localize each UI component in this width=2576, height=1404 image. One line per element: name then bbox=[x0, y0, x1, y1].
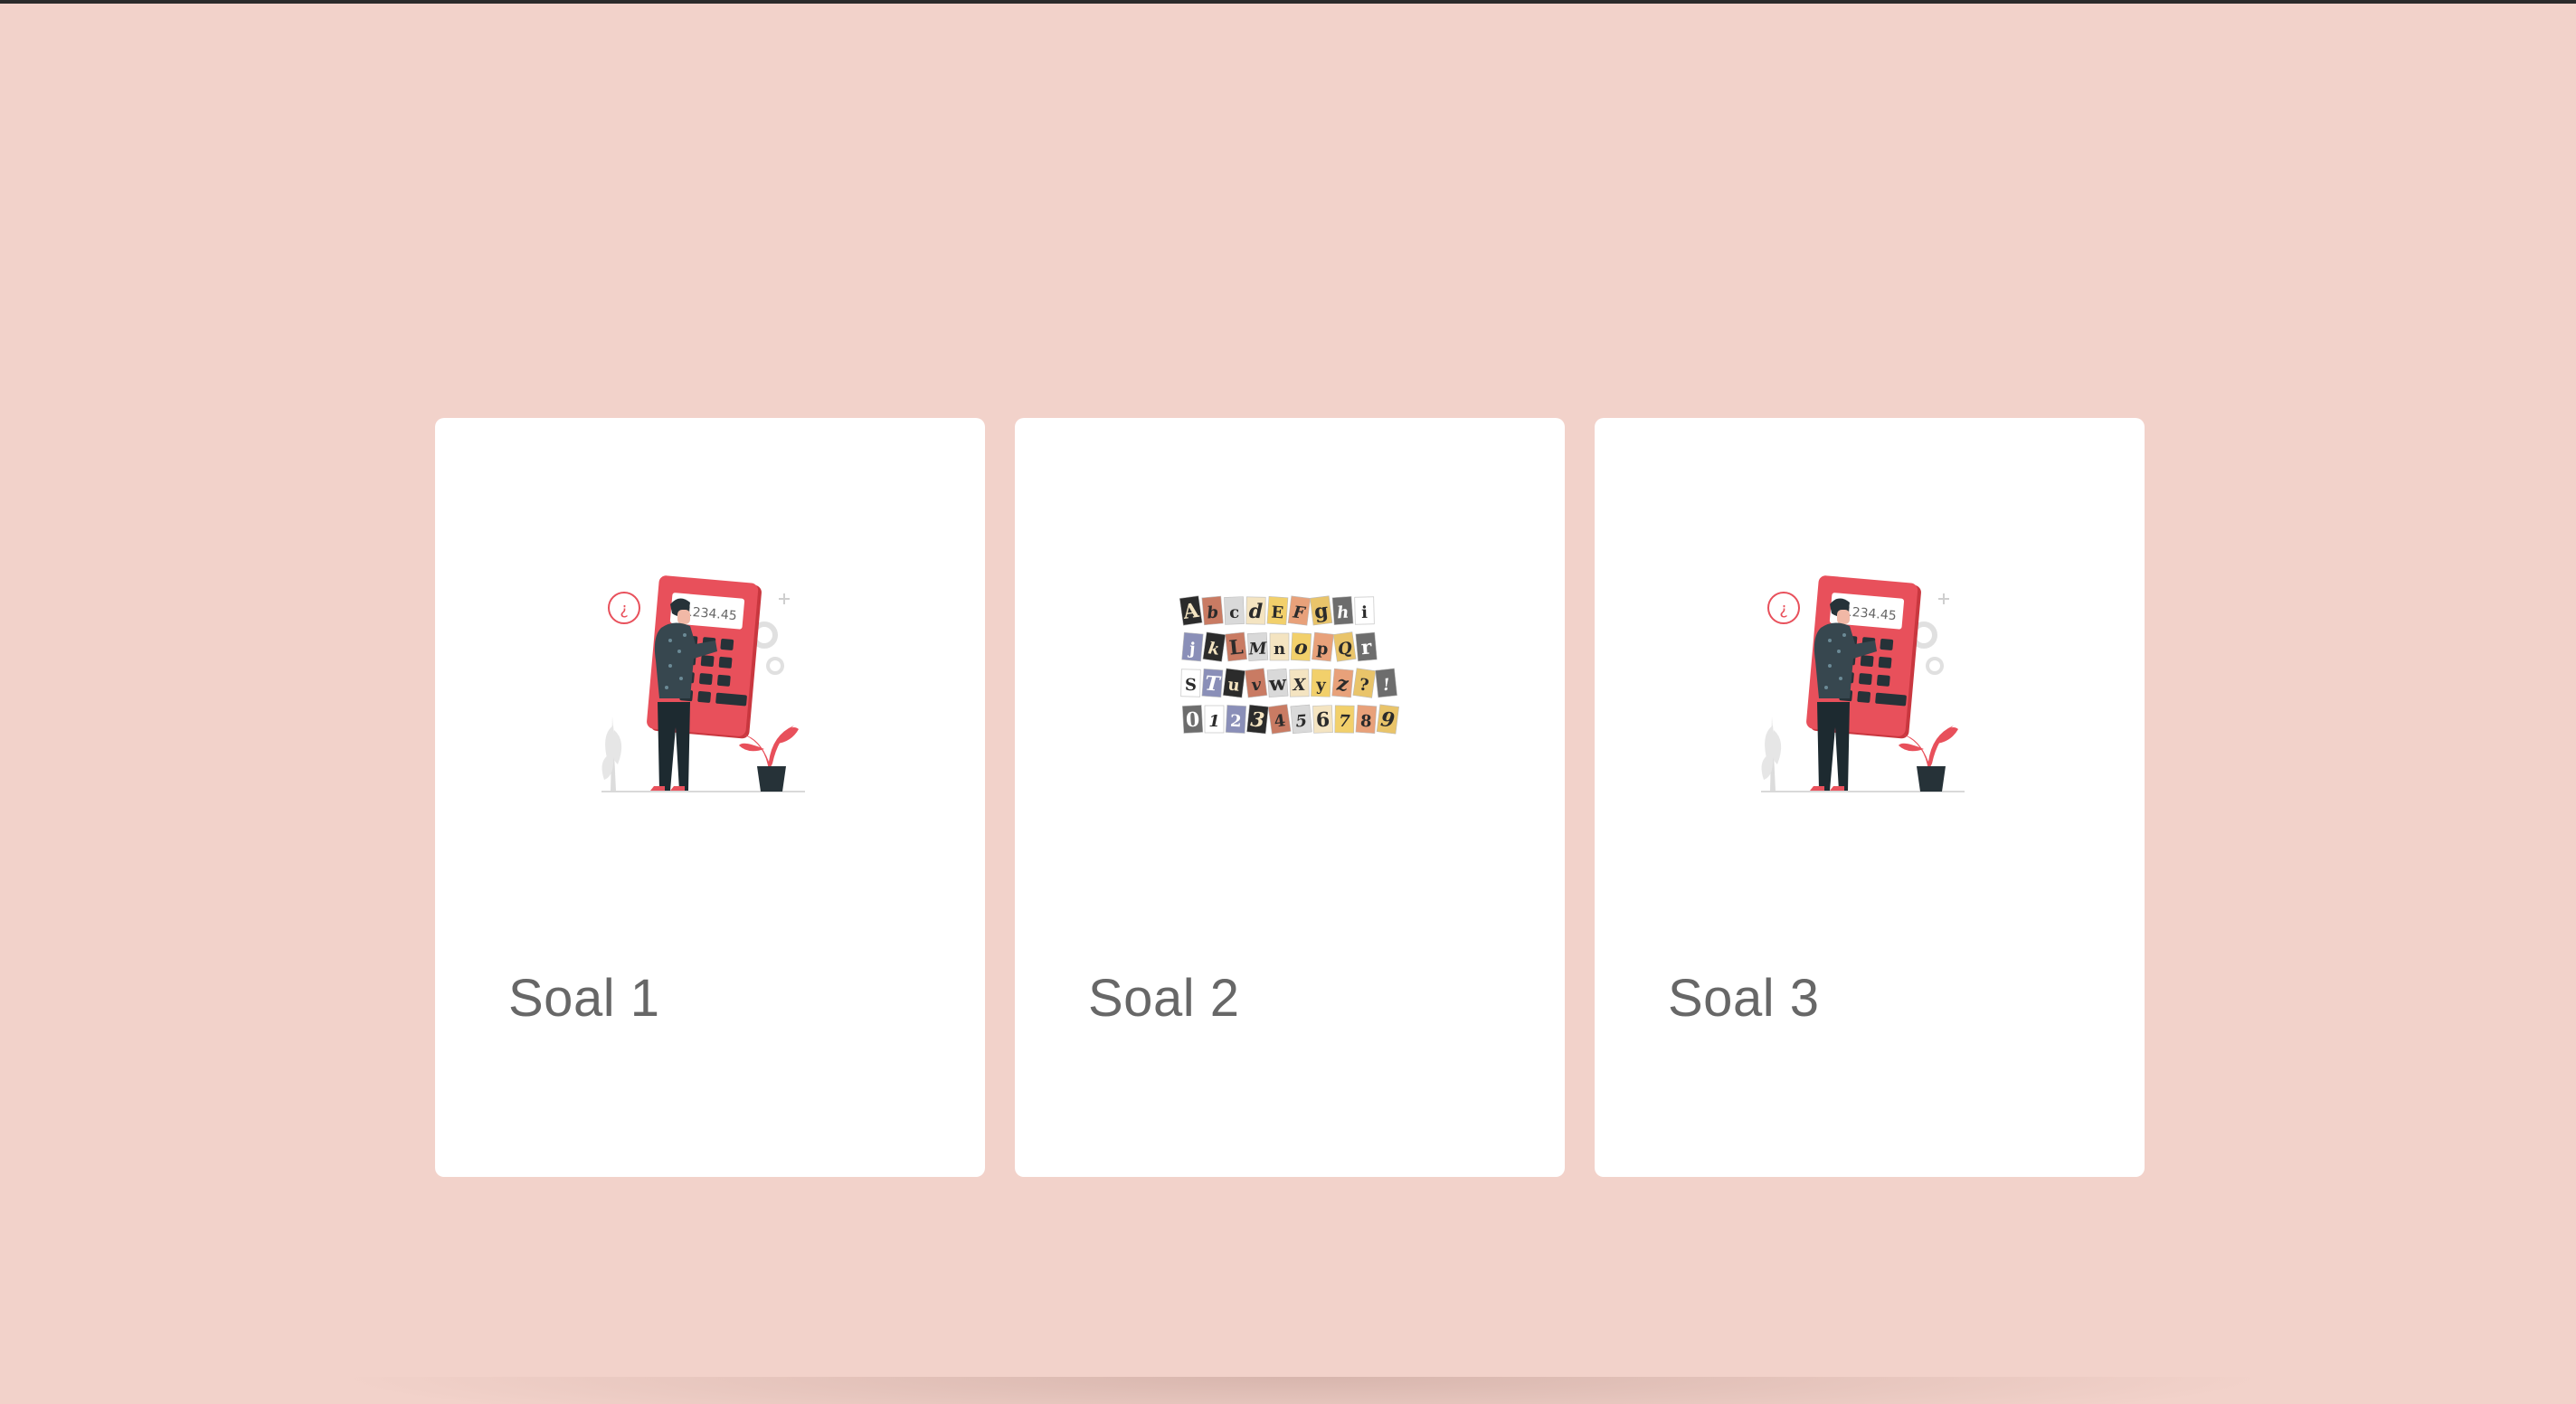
collage-letter: 8 bbox=[1355, 705, 1378, 735]
calculator-illustration-icon: ¿ 1234.45 bbox=[601, 575, 805, 792]
svg-text:¿: ¿ bbox=[1779, 600, 1788, 619]
collage-letter: 7 bbox=[1334, 705, 1355, 734]
collage-letter: F bbox=[1287, 595, 1311, 626]
collage-letter: r bbox=[1355, 631, 1378, 662]
collage-letter: A bbox=[1179, 595, 1203, 626]
window-top-border bbox=[0, 0, 2576, 4]
collage-letter: h bbox=[1331, 595, 1354, 625]
svg-text:o: o bbox=[1293, 636, 1308, 660]
soal-1-title: Soal 1 bbox=[508, 969, 660, 1028]
collage-letter: c bbox=[1224, 596, 1245, 625]
collage-letter: g bbox=[1310, 595, 1333, 626]
svg-text:6: 6 bbox=[1315, 708, 1330, 733]
svg-text:M: M bbox=[1247, 639, 1268, 659]
collage-letter: X bbox=[1289, 669, 1310, 697]
svg-text:c: c bbox=[1229, 603, 1240, 622]
collage-letter: o bbox=[1290, 632, 1312, 661]
letters-collage-illustration-icon: Ab c d E Fg h i j k L Mn o p Qr S Tu v w Xy z? ! 0 1 2 3 4 5 6 7 8 9 bbox=[1179, 595, 1399, 735]
collage-letter: k bbox=[1202, 631, 1226, 662]
svg-text:3: 3 bbox=[1249, 707, 1265, 732]
soal-2-card[interactable]: Ab c d E Fg h i j k L Mn o p Qr S Tu v w Xy z?! 0 1 2 3 4 5 6 7 8 9 S… bbox=[1015, 418, 1565, 1177]
collage-letter: 2 bbox=[1225, 705, 1247, 734]
collage-letter: i bbox=[1354, 596, 1375, 625]
svg-text:z: z bbox=[1335, 671, 1350, 696]
svg-text:S: S bbox=[1185, 676, 1197, 695]
svg-text:b: b bbox=[1207, 602, 1219, 622]
collage-letter: L bbox=[1225, 631, 1247, 662]
soal-2-title: Soal 2 bbox=[1088, 969, 1240, 1028]
svg-text:¿: ¿ bbox=[620, 600, 629, 619]
collage-letter: 5 bbox=[1290, 704, 1312, 735]
collage-letter: z bbox=[1331, 668, 1354, 698]
svg-text:g: g bbox=[1313, 599, 1330, 624]
collage-letter: b bbox=[1201, 595, 1224, 626]
collage-letter: 6 bbox=[1312, 705, 1333, 734]
svg-text:5: 5 bbox=[1295, 711, 1308, 731]
collage-letter: 1 bbox=[1204, 705, 1225, 734]
collage-letter: n bbox=[1269, 632, 1290, 661]
soal-1-card[interactable]: ¿ 1234.45 Soal 1 bbox=[435, 418, 985, 1177]
svg-text:L: L bbox=[1228, 635, 1245, 659]
soal-3-card[interactable]: ¿ 1234.45 Soal 3 bbox=[1595, 418, 2145, 1177]
collage-letter: y bbox=[1311, 669, 1331, 697]
svg-text:8: 8 bbox=[1359, 712, 1372, 732]
bottom-shadow bbox=[326, 1377, 2279, 1404]
collage-letter: 0 bbox=[1181, 705, 1204, 734]
collage-letter: ? bbox=[1352, 668, 1377, 698]
collage-letter: v bbox=[1245, 668, 1268, 698]
svg-text:2: 2 bbox=[1230, 712, 1243, 732]
svg-text:7: 7 bbox=[1339, 712, 1350, 731]
svg-text:u: u bbox=[1226, 675, 1241, 695]
collage-letter: p bbox=[1312, 631, 1334, 662]
svg-text:p: p bbox=[1316, 639, 1330, 659]
svg-text:Q: Q bbox=[1337, 639, 1354, 659]
svg-text:h: h bbox=[1336, 603, 1350, 623]
collage-letter: j bbox=[1181, 631, 1204, 662]
svg-text:n: n bbox=[1274, 640, 1285, 659]
svg-text:0: 0 bbox=[1185, 708, 1200, 733]
collage-letter: ! bbox=[1375, 668, 1397, 698]
svg-text:d: d bbox=[1249, 600, 1264, 623]
svg-text:X: X bbox=[1292, 676, 1306, 695]
collage-letter: M bbox=[1246, 632, 1268, 661]
calculator-illustration-icon: ¿ 1234.45 bbox=[1761, 575, 1965, 792]
svg-text:w: w bbox=[1267, 671, 1288, 696]
collage-letter: T bbox=[1201, 669, 1224, 698]
collage-letter: Q bbox=[1332, 631, 1357, 662]
collage-letter: u bbox=[1222, 668, 1245, 698]
collage-letter: 9 bbox=[1376, 704, 1399, 735]
svg-text:y: y bbox=[1315, 676, 1327, 695]
cards-container: ¿ 1234.45 Soal 1 A b c d E F g h i j k L… bbox=[435, 418, 2145, 1177]
collage-letter: 3 bbox=[1246, 704, 1269, 735]
svg-text:i: i bbox=[1361, 603, 1368, 622]
collage-letter: 4 bbox=[1267, 704, 1292, 735]
soal-3-title: Soal 3 bbox=[1668, 969, 1820, 1028]
svg-text:9: 9 bbox=[1379, 707, 1396, 733]
collage-letter: d bbox=[1245, 596, 1266, 625]
svg-text:E: E bbox=[1271, 603, 1284, 623]
collage-letter: w bbox=[1266, 668, 1289, 697]
collage-letter: S bbox=[1180, 669, 1201, 697]
svg-text:1: 1 bbox=[1208, 712, 1220, 731]
collage-letter: E bbox=[1266, 596, 1289, 626]
